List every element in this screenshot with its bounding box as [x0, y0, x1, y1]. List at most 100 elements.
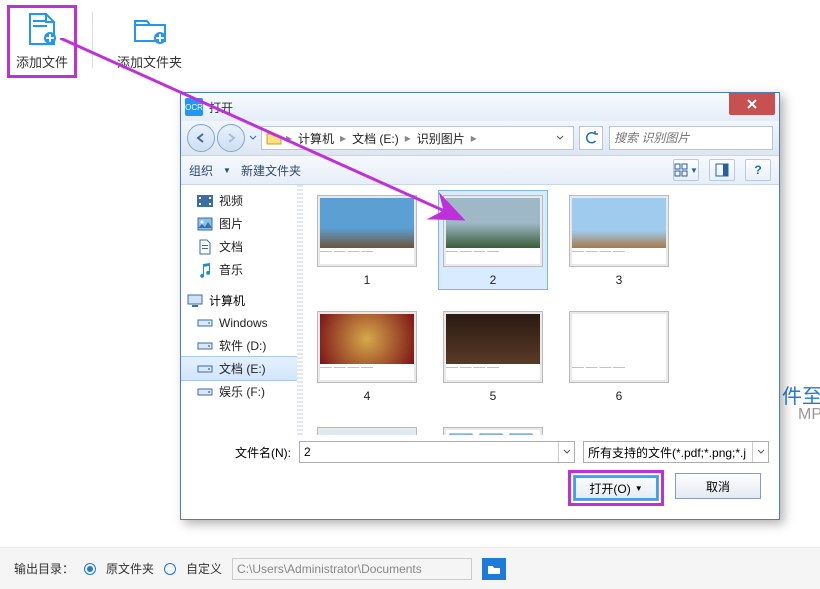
toolbar-divider — [92, 12, 93, 68]
new-folder-button[interactable]: 新建文件夹 — [241, 162, 301, 179]
thumb-item[interactable]: 20181204153406 — [439, 423, 547, 435]
refresh-button[interactable] — [579, 126, 603, 150]
close-button[interactable] — [729, 93, 775, 115]
output-path-field[interactable]: C:\Users\Administrator\Documents — [232, 558, 472, 580]
breadcrumb-sep: ▸ — [403, 131, 413, 145]
thumb-image: —— —— —— —— — [317, 195, 417, 267]
thumb-item[interactable]: 7 — [313, 423, 421, 435]
chevron-down-icon — [757, 449, 765, 455]
file-plus-icon — [24, 12, 60, 46]
filename-label: 文件名(N): — [191, 444, 291, 461]
add-folder-label: 添加文件夹 — [117, 52, 182, 71]
breadcrumb-sep: ▸ — [338, 131, 348, 145]
sidebar-item-entertain-f[interactable]: 娱乐 (F:) — [181, 380, 297, 403]
file-list: —— —— —— ——1—— —— —— ——2—— —— —— ——3—— —… — [303, 185, 779, 435]
help-icon: ? — [754, 163, 761, 177]
documents-icon — [197, 239, 213, 255]
arrow-left-icon — [195, 132, 207, 144]
organize-menu[interactable]: 组织 — [189, 162, 213, 179]
breadcrumb-sep: ▸ — [469, 131, 479, 145]
pictures-icon — [197, 216, 213, 232]
nav-history-dropdown[interactable] — [247, 135, 259, 141]
output-bar: 输出目录： 原文件夹 自定义 C:\Users\Administrator\Do… — [0, 547, 820, 589]
radio-source-folder[interactable] — [84, 563, 96, 575]
video-icon — [197, 193, 213, 209]
filetype-filter[interactable]: 所有支持的文件(*.pdf;*.png;*.j — [583, 441, 769, 463]
filename-input[interactable] — [300, 445, 558, 459]
radio-custom[interactable] — [164, 563, 176, 575]
thumb-label: 4 — [364, 389, 371, 403]
folder-plus-icon — [132, 12, 168, 46]
nav-forward-button[interactable] — [217, 124, 245, 152]
thumb-item[interactable]: —— —— —— ——5 — [439, 307, 547, 405]
breadcrumb-dropdown[interactable] — [551, 135, 569, 141]
sidebar-item-windows-c[interactable]: Windows — [181, 312, 297, 334]
breadcrumb-sep: ▸ — [284, 131, 294, 145]
dialog-titlebar: OCR 打开 — [181, 93, 779, 121]
search-input[interactable] — [614, 131, 771, 145]
filename-dropdown[interactable] — [558, 442, 574, 462]
sidebar-item-documents-e[interactable]: 文档 (E:) — [181, 357, 297, 380]
app-toolbar: 添加文件 添加文件夹 — [0, 0, 820, 89]
computer-icon — [187, 293, 203, 309]
filename-combo[interactable] — [299, 441, 575, 463]
app-icon: OCR — [185, 98, 203, 116]
preview-pane-icon — [715, 163, 729, 177]
annotation-highlight: 打开(O) ▼ — [571, 473, 661, 503]
dialog-title: 打开 — [209, 99, 729, 116]
music-icon — [197, 262, 213, 278]
drive-icon — [197, 315, 213, 331]
thumb-image: —— —— —— —— — [443, 311, 543, 383]
add-file-button[interactable]: 添加文件 — [10, 8, 74, 75]
thumb-image — [317, 427, 417, 435]
breadcrumb-drive[interactable]: 文档 (E:) — [348, 130, 403, 147]
thumb-item[interactable]: —— —— —— ——2 — [439, 191, 547, 289]
thumb-item[interactable]: —— —— —— ——3 — [565, 191, 673, 289]
breadcrumb-folder[interactable]: 识别图片 — [413, 130, 469, 147]
preview-pane-button[interactable] — [709, 159, 735, 181]
chevron-down-icon — [556, 135, 564, 141]
sidebar-item-documents[interactable]: 文档 — [181, 235, 297, 258]
radio-source-label: 原文件夹 — [106, 560, 154, 577]
dialog-body: 视频 图片 文档 音乐 计算机 Windows 软件 (D:) 文档 (E:) … — [181, 185, 779, 435]
sidebar-item-music[interactable]: 音乐 — [181, 258, 297, 281]
thumb-image: —— —— —— —— — [569, 311, 669, 383]
sidebar-section-computer[interactable]: 计算机 — [181, 289, 297, 312]
thumb-label: 1 — [364, 273, 371, 287]
cancel-button[interactable]: 取消 — [675, 473, 761, 499]
radio-custom-label: 自定义 — [186, 560, 222, 577]
nav-back-button[interactable] — [187, 124, 215, 152]
sidebar-item-software-d[interactable]: 软件 (D:) — [181, 334, 297, 357]
filter-dropdown[interactable] — [752, 442, 768, 462]
refresh-icon — [584, 131, 598, 145]
drive-icon — [197, 338, 213, 354]
add-file-label: 添加文件 — [16, 52, 68, 71]
sidebar-item-video[interactable]: 视频 — [181, 189, 297, 212]
dialog-toolbar: 组织 ▼ 新建文件夹 ▼ ? — [181, 155, 779, 185]
background-text: 件至 — [782, 380, 820, 409]
thumb-item[interactable]: —— —— —— ——6 — [565, 307, 673, 405]
sidebar-item-pictures[interactable]: 图片 — [181, 212, 297, 235]
breadcrumb-root[interactable]: 计算机 — [294, 130, 338, 147]
thumb-item[interactable]: —— —— —— —— 1 — [313, 191, 421, 289]
close-icon — [747, 99, 757, 109]
background-text-2: MP — [798, 406, 820, 424]
split-arrow-icon: ▼ — [635, 484, 643, 493]
drive-icon — [197, 361, 213, 377]
view-mode-button[interactable]: ▼ — [673, 159, 699, 181]
filter-text: 所有支持的文件(*.pdf;*.png;*.j — [588, 444, 752, 461]
browse-folder-button[interactable] — [482, 558, 506, 580]
thumb-item[interactable]: —— —— —— —— 4 — [313, 307, 421, 405]
sidebar: 视频 图片 文档 音乐 计算机 Windows 软件 (D:) 文档 (E:) … — [181, 185, 297, 435]
add-folder-button[interactable]: 添加文件夹 — [111, 8, 188, 75]
search-box[interactable] — [609, 126, 773, 150]
thumb-label: 3 — [616, 273, 623, 287]
help-button[interactable]: ? — [745, 159, 771, 181]
breadcrumb[interactable]: ▸ 计算机 ▸ 文档 (E:) ▸ 识别图片 ▸ — [261, 126, 574, 150]
thumb-image: —— —— —— —— — [317, 311, 417, 383]
open-button[interactable]: 打开(O) ▼ — [573, 475, 659, 501]
filename-row: 文件名(N): 所有支持的文件(*.pdf;*.png;*.j — [181, 435, 779, 469]
arrow-right-icon — [225, 132, 237, 144]
thumb-image: —— —— —— —— — [443, 195, 543, 267]
chevron-down-icon — [563, 449, 571, 455]
